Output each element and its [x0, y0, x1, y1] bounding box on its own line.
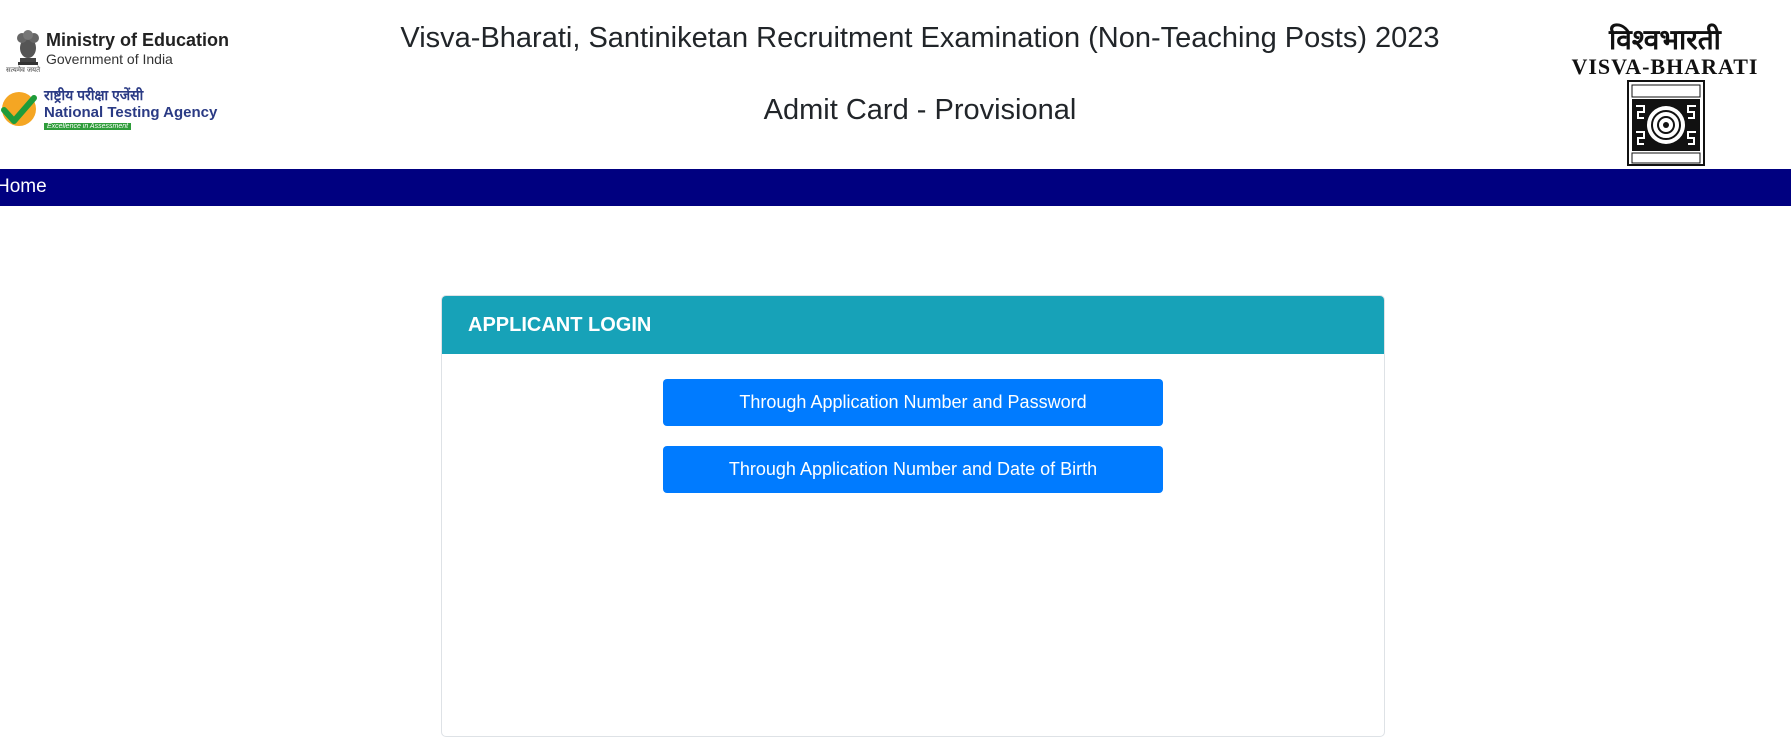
- university-seal-icon: [1627, 80, 1705, 166]
- site-header: Ministry of Education Government of Indi…: [0, 0, 1791, 169]
- card-header: APPLICANT LOGIN: [442, 296, 1384, 354]
- login-password-button[interactable]: Through Application Number and Password: [663, 379, 1163, 426]
- university-english-name: VISVA-BHARATI: [1571, 54, 1759, 79]
- page-subtitle: Admit Card - Provisional: [763, 94, 1077, 126]
- nav-home-link[interactable]: Home: [0, 176, 47, 198]
- top-navbar: Home: [0, 169, 1791, 206]
- login-dob-button[interactable]: Through Application Number and Date of B…: [663, 446, 1163, 493]
- page-title: Visva-Bharati, Santiniketan Recruitment …: [400, 22, 1440, 54]
- university-hindi-name: विश्वभारती: [1609, 23, 1721, 56]
- applicant-login-card: APPLICANT LOGIN Through Application Numb…: [441, 295, 1385, 737]
- emblem-motto: सत्यमेव जयते: [6, 67, 41, 74]
- visva-bharati-logo: विश्वभारती VISVA-BHARATI: [1560, 20, 1770, 170]
- card-title: APPLICANT LOGIN: [468, 314, 652, 336]
